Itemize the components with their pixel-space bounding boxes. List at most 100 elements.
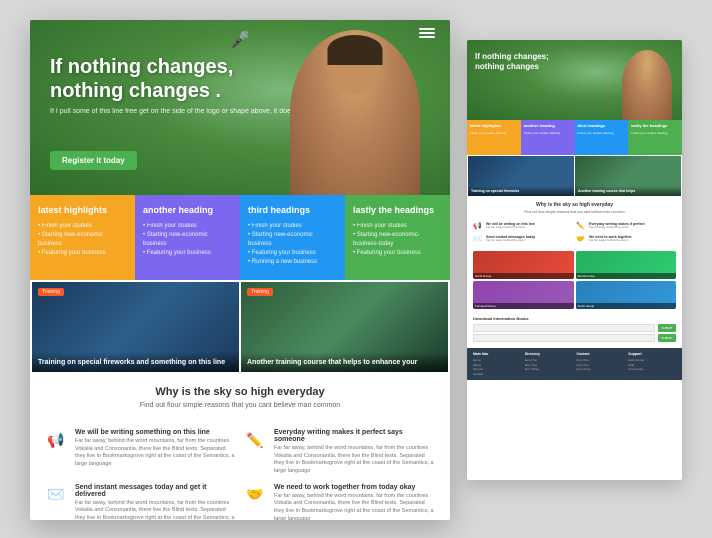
small-card-p1: Finish your studies Starting [470, 131, 518, 135]
footer-section: Main Nav HomeAboutServiceContact Directo… [467, 348, 682, 380]
img-card-text-1: Training on special fireworks and someth… [32, 352, 239, 372]
small-feat-p4: Far far away behind the word [589, 239, 632, 243]
small-feat-p1: Far far away behind the word [486, 226, 535, 230]
card-heading-1: latest highlights [38, 205, 127, 216]
small-feat-4: 🤝 We need to work together Far far away … [576, 235, 676, 245]
group-label-4: Smile Group [576, 303, 677, 309]
small-hero-title2: nothing changes [475, 62, 549, 72]
group-label-3: Focused Group [473, 303, 574, 309]
img-card-fireworks[interactable]: Training Training on special fireworks a… [32, 282, 239, 372]
feature-heading-2: Everyday writing makes it perfect says s… [274, 429, 435, 443]
download-btn-2[interactable]: SUBMIT [658, 334, 676, 342]
download-heading: Download Information Books [473, 316, 676, 321]
small-img-row: Training on special fireworks Another tr… [467, 155, 682, 197]
img-card-tag-1: Training [38, 288, 64, 296]
download-input-1[interactable] [473, 324, 655, 332]
card-lastly-headings[interactable]: lastly the headings • Finish your studie… [345, 195, 450, 280]
feature-heading-4: We need to work together from today okay [274, 484, 435, 491]
feature-text-1: We will be writing something on this lin… [75, 429, 236, 469]
small-why-heading: Why is the sky so high everyday [475, 202, 674, 208]
footer-col-1: Main Nav HomeAboutServiceContact [473, 352, 521, 376]
footer-col-heading-2: Directory [525, 352, 573, 356]
small-why-section: Why is the sky so high everyday Find out… [467, 197, 682, 219]
footer-col-3: Contact Item OneItem TwoItem Three [577, 352, 625, 376]
card-latest-highlights[interactable]: latest highlights • Finish your studies•… [30, 195, 135, 280]
group-label-2: Social Group [576, 273, 677, 279]
footer-col-heading-1: Main Nav [473, 352, 521, 356]
group-cards: Itochi Group Social Group Focused Group … [467, 248, 682, 312]
small-hero: If nothing changes; nothing changes [467, 40, 682, 120]
card-text-1: • Finish your studies• Starting new-econ… [38, 222, 127, 258]
small-card-p3: Finish your studies Starting [578, 131, 626, 135]
small-card-3: third headings Finish your studies Start… [575, 120, 629, 155]
hero-cta-button[interactable]: Register it today [50, 151, 137, 170]
colored-cards-row: latest highlights • Finish your studies•… [30, 195, 450, 280]
feature-item-3: ✉️ Send instant messages today and get i… [45, 484, 236, 520]
small-card-1: latest highlights Finish your studies St… [467, 120, 521, 155]
features-grid: 📢 We will be writing something on this l… [30, 421, 450, 520]
small-card-4: lastly the headings Finish your studies … [628, 120, 682, 155]
small-feat-text-1: We will be writing on this line Far far … [486, 222, 535, 232]
img-card-text-2: Another training course that helps to en… [241, 352, 448, 372]
nav-hamburger[interactable] [419, 28, 435, 38]
footer-col-items-3: Item OneItem TwoItem Three [577, 358, 625, 372]
img-card-training[interactable]: Training Another training course that he… [241, 282, 448, 372]
small-feat-icon-4: 🤝 [576, 235, 586, 245]
small-card-h3: third headings [578, 124, 626, 129]
card-third-headings[interactable]: third headings • Finish your studies• St… [240, 195, 345, 280]
small-feat-icon-1: 📢 [473, 222, 483, 232]
download-row-2: SUBMIT [473, 334, 676, 342]
hero-person-image [290, 30, 420, 195]
small-img-card-1: Training on special fireworks [468, 156, 574, 196]
small-feat-1: 📢 We will be writing on this line Far fa… [473, 222, 573, 232]
feature-text-4: We need to work together from today okay… [274, 484, 435, 520]
download-section: Download Information Books SUBMIT SUBMIT [467, 312, 682, 348]
feature-heading-3: Send instant messages today and get it d… [75, 484, 236, 498]
mic-icon: 🎤 [230, 30, 250, 50]
card-heading-4: lastly the headings [353, 205, 442, 216]
download-btn-1[interactable]: SUBMIT [658, 324, 676, 332]
group-card-smile: Smile Group [576, 281, 677, 309]
small-feat-text-4: We need to work together Far far away be… [589, 235, 632, 245]
image-cards-row: Training Training on special fireworks a… [30, 280, 450, 374]
group-card-itochi: Itochi Group [473, 251, 574, 279]
small-feat-p3: Far far away behind the word [486, 239, 535, 243]
small-features-grid: 📢 We will be writing on this line Far fa… [467, 219, 682, 248]
feature-desc-3: Far far away, behind the word mountains,… [75, 500, 236, 520]
card-text-2: • Finish your studies• Starting new-econ… [143, 222, 232, 258]
small-card-p4: Finish your studies Starting [631, 131, 679, 135]
card-another-heading[interactable]: another heading • Finish your studies• S… [135, 195, 240, 280]
small-cards-row: latest highlights Finish your studies St… [467, 120, 682, 155]
hero-title-line1: If nothing changes, [50, 55, 338, 79]
footer-col-heading-4: Support [628, 352, 676, 356]
footer-col-4: Support Help CenterFAQCommunity [628, 352, 676, 376]
card-heading-3: third headings [248, 205, 337, 216]
small-img-overlay-2: Another training course that helps [575, 186, 681, 196]
small-card-h4: lastly the headings [631, 124, 679, 129]
small-feat-icon-2: ✏️ [576, 222, 586, 232]
why-heading: Why is the sky so high everyday [50, 386, 430, 398]
feature-heading-1: We will be writing something on this lin… [75, 429, 236, 436]
feature-desc-1: Far far away, behind the word mountains,… [75, 438, 236, 469]
feature-text-3: Send instant messages today and get it d… [75, 484, 236, 520]
small-hero-text: If nothing changes; nothing changes [475, 52, 549, 71]
small-feat-2: ✏️ Everyday writing makes it perfect Far… [576, 222, 676, 232]
why-subtext: Find out flour simple reasons that you c… [50, 402, 430, 409]
scene: 🎤 If nothing changes, nothing changes . … [0, 0, 712, 538]
large-mockup: 🎤 If nothing changes, nothing changes . … [30, 20, 450, 520]
small-feat-text-2: Everyday writing makes it perfect Far fa… [589, 222, 645, 232]
feature-desc-4: Far far away, behind the word mountains,… [274, 493, 435, 520]
feature-icon-1: 📢 [45, 429, 67, 451]
card-text-3: • Finish your studies• Starting new-econ… [248, 222, 337, 267]
group-label-1: Itochi Group [473, 273, 574, 279]
download-input-2[interactable] [473, 334, 655, 342]
small-why-subtext: Find out flour simple reasons that you c… [475, 210, 674, 214]
feature-item-1: 📢 We will be writing something on this l… [45, 429, 236, 476]
small-card-2: another heading Finish your studies Star… [521, 120, 575, 155]
feature-item-4: 🤝 We need to work together from today ok… [244, 484, 435, 520]
feature-desc-2: Far far away, behind the word mountains,… [274, 445, 435, 476]
small-card-p2: Finish your studies Starting [524, 131, 572, 135]
small-feat-3: ✉️ Send instant messages today Far far a… [473, 235, 573, 245]
img-card-tag-2: Training [247, 288, 273, 296]
footer-col-2: Directory Item OneItem TwoItem Three [525, 352, 573, 376]
